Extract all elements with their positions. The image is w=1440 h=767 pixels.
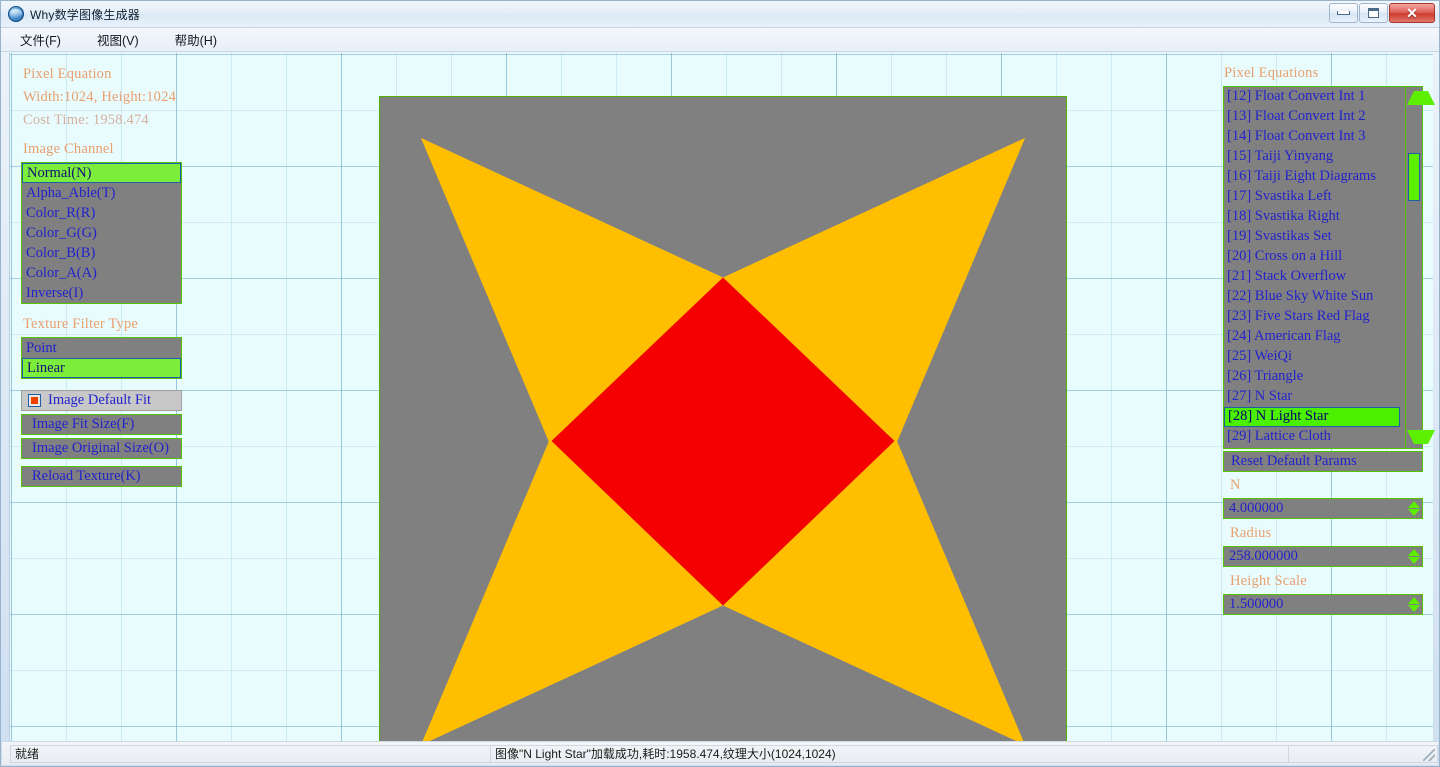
client-area: Pixel Equation Width:1024, Height:1024 C… <box>9 53 1433 741</box>
minimize-icon <box>1337 11 1350 15</box>
filter-option-point[interactable]: Point <box>22 338 181 358</box>
channel-option-color-b[interactable]: Color_B(B) <box>22 243 181 263</box>
image-default-fit-label: Image Default Fit <box>48 392 152 408</box>
image-channel-list[interactable]: Normal(N) Alpha_Able(T) Color_R(R) Color… <box>21 162 182 304</box>
reload-texture-label: Reload Texture(K) <box>32 468 141 484</box>
maximize-button[interactable] <box>1359 3 1388 23</box>
filter-option-linear[interactable]: Linear <box>22 358 181 378</box>
cost-time-label: Cost Time: 1958.474 <box>23 112 149 128</box>
spinner-down-icon[interactable] <box>1407 605 1420 612</box>
equation-item-27[interactable]: [27] N Star <box>1224 387 1422 407</box>
equation-item-28[interactable]: [28] N Light Star <box>1224 407 1400 427</box>
equation-item-26[interactable]: [26] Triangle <box>1224 367 1422 387</box>
equation-item-21[interactable]: [21] Stack Overflow <box>1224 267 1422 287</box>
equation-item-25[interactable]: [25] WeiQi <box>1224 347 1422 367</box>
reload-texture-button[interactable]: Reload Texture(K) <box>21 466 182 487</box>
equation-item-17[interactable]: [17] Svastika Left <box>1224 187 1422 207</box>
reset-default-params-button[interactable]: Reset Default Params <box>1223 451 1423 472</box>
scrollbar-thumb[interactable] <box>1408 153 1420 201</box>
menu-file[interactable]: 文件(F) <box>17 28 64 51</box>
equation-item-20[interactable]: [20] Cross on a Hill <box>1224 247 1422 267</box>
maximize-icon <box>1368 8 1379 18</box>
spinner-up-icon[interactable] <box>1407 549 1420 556</box>
scroll-down-arrow-icon[interactable] <box>1407 430 1435 444</box>
minimize-button[interactable] <box>1329 3 1358 23</box>
scroll-up-arrow-icon[interactable] <box>1407 91 1435 105</box>
resize-grip-icon[interactable] <box>1423 748 1435 761</box>
equation-item-18[interactable]: [18] Svastika Right <box>1224 207 1422 227</box>
close-button[interactable]: ✕ <box>1389 3 1435 23</box>
equation-item-13[interactable]: [13] Float Convert Int 2 <box>1224 107 1422 127</box>
equation-item-15[interactable]: [15] Taiji Yinyang <box>1224 147 1422 167</box>
app-globe-icon <box>8 6 24 22</box>
equation-item-19[interactable]: [19] Svastikas Set <box>1224 227 1422 247</box>
equation-item-22[interactable]: [22] Blue Sky White Sun <box>1224 287 1422 307</box>
status-message-text: 图像"N Light Star"加载成功,耗时:1958.474,纹理大小(10… <box>490 744 1288 763</box>
image-original-size-button[interactable]: Image Original Size(O) <box>21 438 182 459</box>
channel-option-color-g[interactable]: Color_G(G) <box>22 223 181 243</box>
pixel-equations-heading: Pixel Equations <box>1224 65 1319 81</box>
texture-filter-list[interactable]: Point Linear <box>21 337 182 379</box>
param-n-stepper[interactable]: 4.000000 <box>1223 498 1423 519</box>
param-n-value[interactable]: 4.000000 <box>1224 500 1405 517</box>
texture-filter-heading: Texture Filter Type <box>23 316 139 332</box>
n-light-star-render <box>380 97 1066 741</box>
status-bar: 就绪 图像"N Light Star"加载成功,耗时:1958.474,纹理大小… <box>2 741 1438 765</box>
window-frame: Why数学图像生成器 ✕ 文件(F) 视图(V) 帮助(H) Pixel Equ… <box>0 0 1440 767</box>
param-radius-value[interactable]: 258.000000 <box>1224 548 1405 565</box>
channel-option-alpha-able[interactable]: Alpha_Able(T) <box>22 183 181 203</box>
menu-view[interactable]: 视图(V) <box>94 28 142 51</box>
param-n-label: N <box>1230 477 1241 493</box>
image-canvas[interactable] <box>379 96 1067 741</box>
channel-option-color-r[interactable]: Color_R(R) <box>22 203 181 223</box>
channel-option-normal[interactable]: Normal(N) <box>22 163 181 183</box>
param-radius-label: Radius <box>1230 525 1272 541</box>
window-title: Why数学图像生成器 <box>30 7 141 22</box>
equation-item-23[interactable]: [23] Five Stars Red Flag <box>1224 307 1422 327</box>
image-fit-size-label: Image Fit Size(F) <box>32 416 135 432</box>
equation-item-12[interactable]: [12] Float Convert Int 1 <box>1224 87 1422 107</box>
image-channel-heading: Image Channel <box>23 141 114 157</box>
image-original-size-label: Image Original Size(O) <box>32 440 169 456</box>
pixel-equations-list[interactable]: [12] Float Convert Int 1 [13] Float Conv… <box>1223 86 1423 449</box>
title-bar: Why数学图像生成器 ✕ <box>1 1 1439 28</box>
application-window: Why数学图像生成器 ✕ 文件(F) 视图(V) 帮助(H) Pixel Equ… <box>0 0 1440 767</box>
equation-item-14[interactable]: [14] Float Convert Int 3 <box>1224 127 1422 147</box>
param-radius-spinner-arrows[interactable] <box>1405 547 1422 566</box>
param-height-scale-value[interactable]: 1.500000 <box>1224 596 1405 613</box>
menu-bar: 文件(F) 视图(V) 帮助(H) <box>1 28 1439 52</box>
equation-item-29[interactable]: [29] Lattice Cloth <box>1224 427 1422 447</box>
window-controls: ✕ <box>1328 3 1435 23</box>
close-icon: ✕ <box>1406 5 1418 21</box>
image-default-fit-button[interactable]: Image Default Fit <box>21 390 182 411</box>
param-height-scale-label: Height Scale <box>1230 573 1307 589</box>
param-radius-stepper[interactable]: 258.000000 <box>1223 546 1423 567</box>
spinner-down-icon[interactable] <box>1407 509 1420 516</box>
spinner-up-icon[interactable] <box>1407 597 1420 604</box>
equation-item-24[interactable]: [24] American Flag <box>1224 327 1422 347</box>
spinner-up-icon[interactable] <box>1407 501 1420 508</box>
status-ready-text: 就绪 <box>10 744 490 763</box>
image-size-label: Width:1024, Height:1024 <box>23 89 177 105</box>
param-n-spinner-arrows[interactable] <box>1405 499 1422 518</box>
menu-help[interactable]: 帮助(H) <box>172 28 220 51</box>
param-height-scale-spinner-arrows[interactable] <box>1405 595 1422 614</box>
status-resize-area <box>1288 744 1438 763</box>
channel-option-inverse[interactable]: Inverse(I) <box>22 283 181 303</box>
channel-option-color-a[interactable]: Color_A(A) <box>22 263 181 283</box>
equation-item-16[interactable]: [16] Taiji Eight Diagrams <box>1224 167 1422 187</box>
reset-default-params-label: Reset Default Params <box>1231 453 1357 469</box>
pixel-equation-heading: Pixel Equation <box>23 66 112 82</box>
spinner-down-icon[interactable] <box>1407 557 1420 564</box>
equations-scrollbar[interactable] <box>1405 86 1435 449</box>
checked-radio-icon <box>28 394 41 407</box>
param-height-scale-stepper[interactable]: 1.500000 <box>1223 594 1423 615</box>
image-fit-size-button[interactable]: Image Fit Size(F) <box>21 414 182 435</box>
